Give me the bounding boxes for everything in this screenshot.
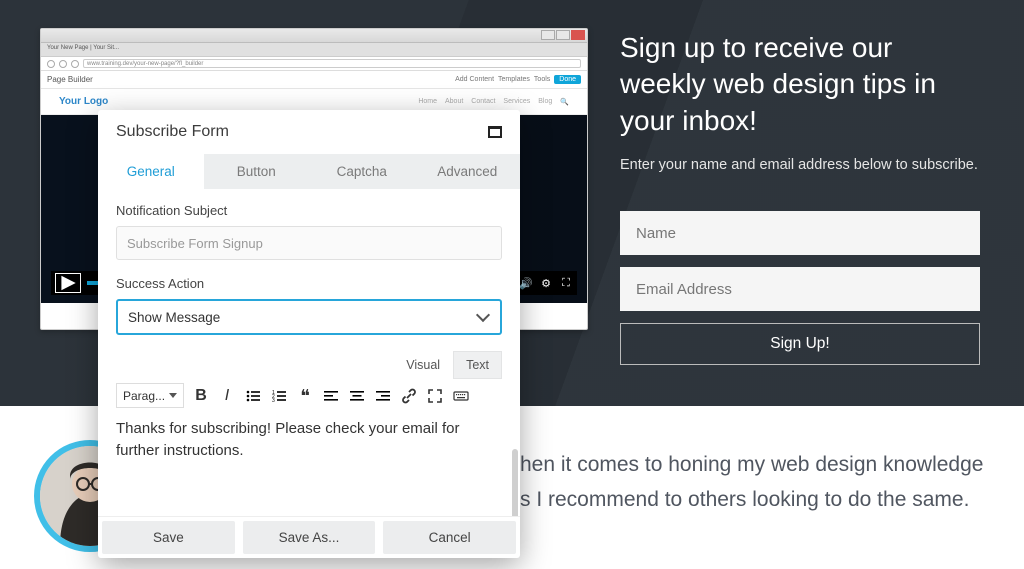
templates-button[interactable]: Templates [498,76,530,83]
cancel-button[interactable]: Cancel [383,521,516,554]
add-content-button[interactable]: Add Content [455,76,494,83]
fullscreen-icon[interactable] [426,387,444,405]
svg-text:3: 3 [272,398,275,404]
reload-icon[interactable] [71,60,79,68]
page-builder-bar: Page Builder Add Content Templates Tools… [41,71,587,89]
volume-icon[interactable]: 🔊 [519,276,533,290]
save-button[interactable]: Save [102,521,235,554]
window-minimize-icon[interactable] [541,30,555,40]
site-nav: Home About Contact Services Blog 🔍 [418,98,569,106]
notification-subject-label: Notification Subject [116,203,502,218]
nav-item[interactable]: Blog [538,98,552,106]
fullscreen-icon[interactable]: ⛶ [559,276,573,290]
modal-title: Subscribe Form [116,123,229,141]
tab-button[interactable]: Button [204,154,310,189]
italic-icon[interactable]: I [218,387,236,405]
success-action-label: Success Action [116,276,502,291]
editor-mode-switch: Visual Text [116,351,502,379]
tab-general[interactable]: General [98,154,204,189]
editor-mode-text[interactable]: Text [453,351,502,379]
done-button[interactable]: Done [554,75,581,84]
editor-mode-visual[interactable]: Visual [393,351,453,379]
signup-title: Sign up to receive our weekly web design… [620,30,980,139]
email-input[interactable] [620,267,980,311]
settings-icon[interactable]: ⚙ [539,276,553,290]
tab-captcha[interactable]: Captcha [309,154,415,189]
quote-icon[interactable]: ❝ [296,387,314,405]
bullet-list-icon[interactable] [244,387,262,405]
notification-subject-input[interactable] [116,226,502,260]
nav-item[interactable]: Home [418,98,437,106]
window-maximize-icon[interactable] [556,30,570,40]
signup-panel: Sign up to receive our weekly web design… [620,30,980,365]
signup-button[interactable]: Sign Up! [620,323,980,365]
page-builder-label: Page Builder [47,75,93,84]
paragraph-dropdown[interactable]: Parag... [116,383,184,408]
url-field[interactable]: www.training.dev/your-new-page/?fl_build… [83,59,581,68]
success-action-select[interactable]: Show Message [116,299,502,335]
chevron-down-icon [476,308,490,322]
modal-window-icon[interactable] [488,126,502,138]
modal-footer: Save Save As... Cancel [98,516,520,558]
modal-body: Notification Subject Success Action Show… [98,189,520,516]
link-icon[interactable] [400,387,418,405]
ordered-list-icon[interactable]: 123 [270,387,288,405]
window-close-icon[interactable] [571,30,585,40]
success-action-value: Show Message [128,310,220,325]
caret-down-icon [169,393,177,398]
nav-item[interactable]: Contact [471,98,495,106]
signup-subtitle: Enter your name and email address below … [620,157,980,173]
modal-header: Subscribe Form [98,110,520,154]
keyboard-icon[interactable] [452,387,470,405]
align-right-icon[interactable] [374,387,392,405]
back-icon[interactable] [47,60,55,68]
modal-tabs: General Button Captcha Advanced [98,154,520,189]
subscribe-form-modal: Subscribe Form General Button Captcha Ad… [98,110,520,558]
align-left-icon[interactable] [322,387,340,405]
forward-icon[interactable] [59,60,67,68]
editor-toolbar: Parag... B I 123 ❝ [116,383,502,408]
save-as-button[interactable]: Save As... [243,521,376,554]
editor-content[interactable]: Thanks for subscribing! Please check you… [116,418,502,508]
browser-tab[interactable]: Your New Page | Your Sit... [41,43,587,57]
name-input[interactable] [620,211,980,255]
bold-icon[interactable]: B [192,387,210,405]
play-button[interactable] [55,273,81,293]
tab-advanced[interactable]: Advanced [415,154,521,189]
window-titlebar [41,29,587,43]
search-icon[interactable]: 🔍 [560,98,569,106]
nav-item[interactable]: Services [503,98,530,106]
site-logo[interactable]: Your Logo [59,96,108,107]
modal-scrollbar[interactable] [512,449,518,516]
align-center-icon[interactable] [348,387,366,405]
browser-address-bar: www.training.dev/your-new-page/?fl_build… [41,57,587,71]
tools-button[interactable]: Tools [534,76,550,83]
nav-item[interactable]: About [445,98,463,106]
paragraph-label: Parag... [123,389,165,403]
